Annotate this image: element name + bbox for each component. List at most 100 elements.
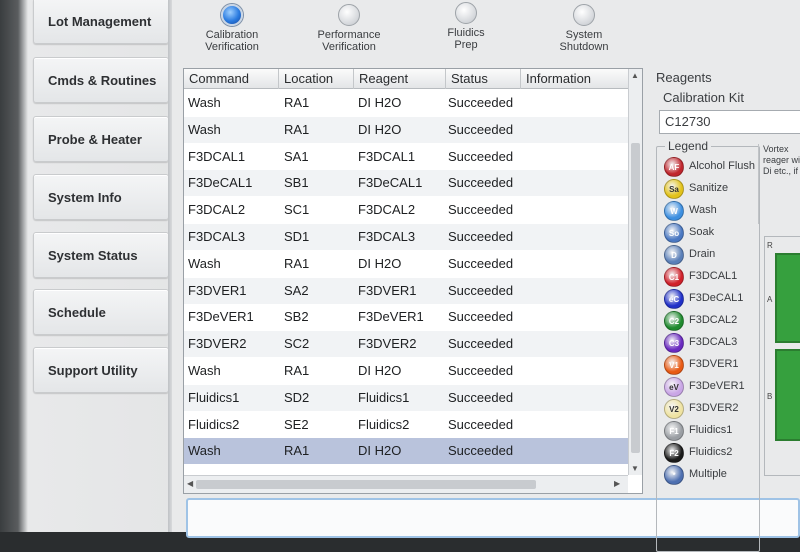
scroll-up-arrow-icon[interactable]: ▲ <box>631 71 639 80</box>
reagents-panel: Reagents Calibration Kit C12730 Legend A… <box>650 66 800 552</box>
table-row[interactable]: Wash RA1 DI H2O Succeeded <box>184 251 628 277</box>
step-label: Performance Verification <box>299 29 399 53</box>
table-row[interactable]: F3DCAL1 SA1 F3DCAL1 Succeeded <box>184 144 628 170</box>
cell-status: Succeeded <box>448 121 514 137</box>
cell-command: Wash <box>188 121 221 137</box>
cell-reagent: F3DCAL2 <box>358 202 416 218</box>
cell-command: F3DCAL1 <box>188 148 246 164</box>
legend-badge-icon: F1 <box>664 421 684 441</box>
nav-system-status-button[interactable]: System Status <box>33 232 169 278</box>
table-row[interactable]: F3DeVER1 SB2 F3DeVER1 Succeeded <box>184 304 628 330</box>
legend-badge-icon: D <box>664 245 684 265</box>
nav-probe-heater-button[interactable]: Probe & Heater <box>33 116 169 162</box>
cell-status: Succeeded <box>448 443 514 459</box>
plate-well-b[interactable] <box>775 349 800 441</box>
step-fluidics-prep[interactable]: Fluidics Prep <box>416 2 516 51</box>
legend-label: Sanitize <box>689 182 729 194</box>
nav-schedule-button[interactable]: Schedule <box>33 289 169 335</box>
vertical-scroll-thumb[interactable] <box>631 143 640 453</box>
column-header-status[interactable]: Status <box>446 69 521 89</box>
table-row[interactable]: F3DVER1 SA2 F3DVER1 Succeeded <box>184 277 628 304</box>
legend-badge-icon: eC <box>664 289 684 309</box>
cell-status: Succeeded <box>448 229 514 244</box>
column-header-command[interactable]: Command <box>184 69 279 89</box>
scroll-left-arrow-icon[interactable]: ◀ <box>187 479 193 488</box>
scroll-down-arrow-icon[interactable]: ▼ <box>631 464 639 473</box>
nav-support-utility-button[interactable]: Support Utility <box>33 347 169 393</box>
calibration-kit-field[interactable]: C12730 <box>659 110 800 134</box>
table-row[interactable]: Wash RA1 DI H2O Succeeded <box>184 358 628 384</box>
cell-reagent: DI H2O <box>358 363 402 378</box>
table-row[interactable]: Wash RA1 DI H2O Succeeded <box>184 438 628 465</box>
plate-row-label: R <box>767 241 773 250</box>
cell-location: RA1 <box>284 363 310 378</box>
legend-label: F3DVER2 <box>689 402 739 414</box>
legend-badge-icon: AF <box>664 157 684 177</box>
step-indicator[interactable] <box>338 4 360 26</box>
step-performance-verification[interactable]: Performance Verification <box>299 4 399 53</box>
step-system-shutdown[interactable]: System Shutdown <box>534 4 634 53</box>
table-row[interactable]: F3DCAL3 SD1 F3DCAL3 Succeeded <box>184 224 628 250</box>
cell-reagent: F3DCAL3 <box>358 229 416 244</box>
cell-reagent: Fluidics1 <box>358 389 410 405</box>
plate-well-a[interactable] <box>775 253 800 343</box>
legend-item: F2 Fluidics2 <box>664 443 764 463</box>
legend-item: C2 F3DCAL2 <box>664 311 764 331</box>
nav-label: System Status <box>48 247 138 263</box>
cell-reagent: F3DeCAL1 <box>358 175 423 191</box>
cell-status: Succeeded <box>448 389 514 405</box>
cell-status: Succeeded <box>448 282 514 298</box>
cell-location: SD2 <box>284 389 310 405</box>
legend-badge-icon: So <box>664 223 684 243</box>
horizontal-scroll-thumb[interactable] <box>196 480 536 489</box>
cell-reagent: F3DVER1 <box>358 282 417 298</box>
table-row[interactable]: F3DCAL2 SC1 F3DCAL2 Succeeded <box>184 197 628 223</box>
vertical-scrollbar[interactable]: ▲ ▼ <box>628 69 642 475</box>
step-indicator[interactable] <box>573 4 595 26</box>
cell-command: Wash <box>188 443 221 459</box>
scroll-right-arrow-icon[interactable]: ▶ <box>614 479 620 488</box>
step-active-indicator[interactable] <box>221 4 243 26</box>
legend-badge-icon: F2 <box>664 443 684 463</box>
legend-label: Drain <box>689 248 716 260</box>
legend-label: F3DVER1 <box>689 358 739 370</box>
table-row[interactable]: Fluidics1 SD2 Fluidics1 Succeeded <box>184 384 628 411</box>
nav-cmds-routines-button[interactable]: Cmds & Routines <box>33 57 169 103</box>
step-calibration-verification[interactable]: Calibration Verification <box>182 4 282 53</box>
cell-command: F3DeVER1 <box>188 309 254 325</box>
step-label: Calibration Verification <box>182 29 282 53</box>
nav-lot-management-button[interactable]: Lot Management <box>33 0 169 44</box>
step-indicator[interactable] <box>455 2 477 24</box>
main-panel: Calibration Verification Performance Ver… <box>172 0 800 552</box>
table-row[interactable]: F3DVER2 SC2 F3DVER2 Succeeded <box>184 331 628 358</box>
cell-command: Fluidics1 <box>188 389 240 405</box>
cell-status: Succeeded <box>448 148 514 164</box>
table-row[interactable]: Wash RA1 DI H2O Succeeded <box>184 90 628 116</box>
horizontal-scrollbar[interactable]: ◀ ▶ <box>184 475 628 493</box>
cell-location: SB1 <box>284 175 309 191</box>
table-row[interactable]: Fluidics2 SE2 Fluidics2 Succeeded <box>184 412 628 438</box>
vortex-note: Vortex reager with Di etc., if <box>758 144 800 224</box>
nav-system-info-button[interactable]: System Info <box>33 174 169 220</box>
cell-command: Fluidics2 <box>188 416 240 432</box>
legend-label: F3DeCAL1 <box>689 292 744 304</box>
cell-reagent: DI H2O <box>358 95 402 110</box>
table-row[interactable]: Wash RA1 DI H2O Succeeded <box>184 116 628 143</box>
cell-command: F3DVER1 <box>188 282 247 298</box>
cell-reagent: Fluidics2 <box>358 416 410 432</box>
step-label-line1: System <box>565 29 603 41</box>
table-row[interactable]: F3DeCAL1 SB1 F3DeCAL1 Succeeded <box>184 170 628 197</box>
legend-label: Fluidics2 <box>689 446 733 458</box>
legend-item: C3 F3DCAL3 <box>664 333 764 353</box>
cell-status: Succeeded <box>448 363 514 378</box>
step-label: System Shutdown <box>534 29 634 53</box>
column-header-information[interactable]: Information <box>521 69 628 89</box>
cell-reagent: DI H2O <box>358 121 402 137</box>
column-header-location[interactable]: Location <box>279 69 354 89</box>
cell-status: Succeeded <box>448 309 514 325</box>
legend-item: D Drain <box>664 245 764 265</box>
column-header-reagent[interactable]: Reagent <box>354 69 446 89</box>
cell-command: F3DCAL2 <box>188 202 246 218</box>
step-label-line1: Performance <box>317 29 381 41</box>
nav-label: System Info <box>48 189 122 205</box>
